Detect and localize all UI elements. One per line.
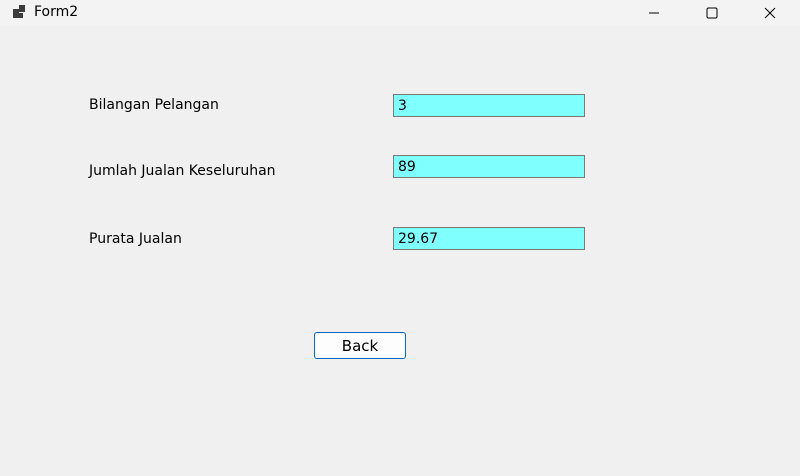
form-app-icon (11, 4, 27, 20)
label-bilangan-pelangan: Bilangan Pelangan (89, 97, 219, 113)
maximize-icon (706, 7, 718, 19)
window-title: Form2 (34, 4, 79, 20)
bilangan-pelangan-field[interactable]: 3 (393, 94, 585, 117)
label-jumlah-jualan: Jumlah Jualan Keseluruhan (89, 163, 276, 179)
purata-jualan-field[interactable]: 29.67 (393, 227, 585, 250)
jumlah-jualan-field[interactable]: 89 (393, 155, 585, 178)
back-button[interactable]: Back (314, 332, 406, 359)
label-purata-jualan: Purata Jualan (89, 231, 182, 247)
close-icon (764, 7, 776, 19)
title-bar[interactable]: Form2 (0, 0, 800, 26)
form2-window: Form2 Bilangan Pelangan 3 Jumlah Jualan … (0, 0, 800, 476)
minimize-button[interactable] (631, 0, 677, 26)
maximize-button[interactable] (689, 0, 735, 26)
close-button[interactable] (747, 0, 793, 26)
minimize-icon (649, 12, 659, 14)
